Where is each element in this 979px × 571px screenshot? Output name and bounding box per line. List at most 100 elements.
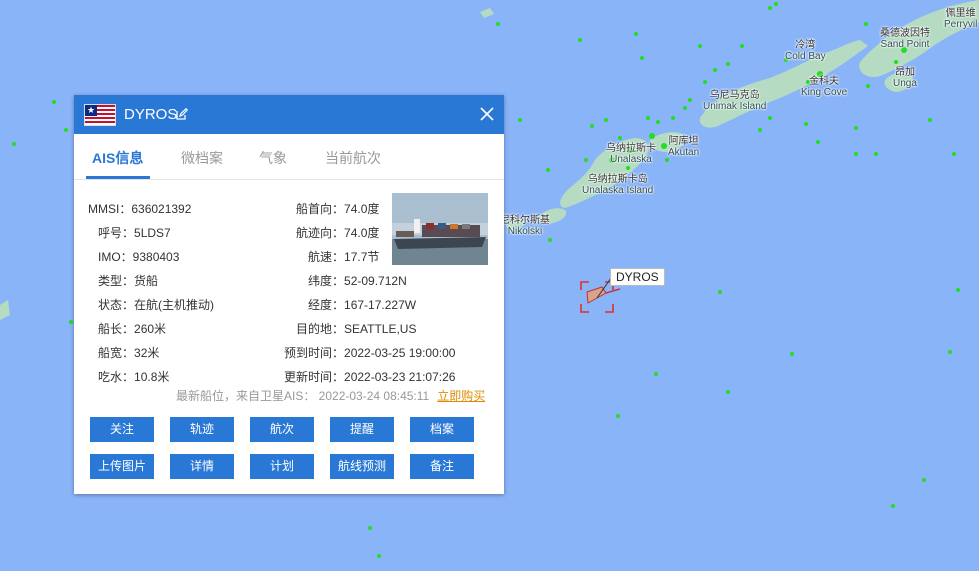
place-king-cove: 金科夫 King Cove xyxy=(801,76,847,98)
field-value: 10.8米 xyxy=(134,370,170,384)
ship-info-panel: ★ DYROS AIS信息 微档案 气象 当前航次 MMSI：636021392… xyxy=(74,95,504,494)
field-value: 5LDS7 xyxy=(134,226,171,240)
field-label: 船长： xyxy=(98,322,135,336)
close-icon[interactable] xyxy=(479,106,495,122)
place-zh: 冷湾 xyxy=(795,40,816,51)
tab-micro-archive[interactable]: 微档案 xyxy=(181,148,223,168)
field-value: 32米 xyxy=(134,346,160,360)
place-en: Sand Point xyxy=(880,39,930,50)
field-label: 航迹向： xyxy=(296,226,345,240)
place-akutan: 阿库坦 Akutan xyxy=(668,136,699,158)
voyage-button[interactable]: 航次 xyxy=(250,417,314,442)
field-label: 状态： xyxy=(98,298,135,312)
field-value: 52-09.712N xyxy=(344,274,407,288)
field-label: 船首向： xyxy=(296,202,345,216)
field-destination: 目的地：SEATTLE,US xyxy=(296,320,416,337)
field-draught: 吃水：10.8米 xyxy=(98,368,169,385)
place-en: Unalaska xyxy=(610,154,652,165)
place-en: Cold Bay xyxy=(785,51,826,62)
place-en: Akutan xyxy=(668,147,700,158)
edit-icon[interactable] xyxy=(176,108,188,120)
field-value: 在航(主机推动) xyxy=(134,298,215,312)
place-zh: 佩里维 xyxy=(945,8,976,19)
field-label: 经度： xyxy=(308,298,345,312)
field-type: 类型：货船 xyxy=(98,272,158,289)
field-label: 预到时间： xyxy=(284,346,345,360)
field-label: MMSI： xyxy=(88,202,132,216)
field-label: 航速： xyxy=(308,250,345,264)
place-unalaska: 乌纳拉斯卡 Unalaska xyxy=(606,143,656,165)
alert-button[interactable]: 提醒 xyxy=(330,417,394,442)
plan-button[interactable]: 计划 xyxy=(250,454,314,479)
field-updated: 更新时间：2022-03-23 21:07:26 xyxy=(284,368,455,385)
field-value: SEATTLE,US xyxy=(344,322,417,336)
field-label: 类型： xyxy=(98,274,135,288)
place-zh: 阿库坦 xyxy=(668,136,699,147)
place-unga: 昂加 Unga xyxy=(893,67,917,89)
panel-tabs: AIS信息 微档案 气象 当前航次 xyxy=(74,134,504,180)
place-perryvil: 佩里维 Perryvil xyxy=(944,8,977,30)
buy-now-link[interactable]: 立即购买 xyxy=(437,389,485,403)
field-speed: 航速：17.7节 xyxy=(308,248,379,265)
notes-button[interactable]: 备注 xyxy=(410,454,474,479)
field-beam: 船宽：32米 xyxy=(98,344,159,361)
place-zh: 乌尼马克岛 xyxy=(709,90,760,101)
field-value: 74.0度 xyxy=(344,202,380,216)
field-label: 船宽： xyxy=(98,346,135,360)
ship-photo[interactable] xyxy=(392,193,488,265)
field-label: IMO： xyxy=(98,250,133,264)
tab-current-voyage[interactable]: 当前航次 xyxy=(325,148,381,168)
position-source-text: 最新船位，来自卫星AIS： 2022-03-24 08:45:11 立即购买 xyxy=(176,387,485,404)
field-latitude: 纬度：52-09.712N xyxy=(308,272,407,289)
place-zh: 尼科尔斯基 xyxy=(500,215,550,226)
field-label: 更新时间： xyxy=(284,370,345,384)
field-value: 260米 xyxy=(134,322,167,336)
field-label: 纬度： xyxy=(308,274,345,288)
field-value: 9380403 xyxy=(132,250,180,264)
field-label: 目的地： xyxy=(296,322,345,336)
details-button[interactable]: 详情 xyxy=(170,454,234,479)
field-longitude: 经度：167-17.227W xyxy=(308,296,416,313)
place-en: Unga xyxy=(893,78,917,89)
place-en: Unalaska Island xyxy=(582,185,654,196)
follow-button[interactable]: 关注 xyxy=(90,417,154,442)
field-status: 状态：在航(主机推动) xyxy=(98,296,214,313)
place-zh: 昂加 xyxy=(894,67,915,78)
place-zh: 乌纳拉斯卡岛 xyxy=(587,174,648,185)
place-zh: 桑德波因特 xyxy=(880,28,930,39)
place-zh: 金科夫 xyxy=(809,76,840,87)
route-prediction-button[interactable]: 航线预测 xyxy=(330,454,394,479)
place-sand-point: 桑德波因特 Sand Point xyxy=(880,28,930,50)
ship-name: DYROS xyxy=(124,106,178,123)
panel-header: ★ DYROS xyxy=(74,95,504,134)
active-tab-indicator xyxy=(86,176,150,179)
track-button[interactable]: 轨迹 xyxy=(170,417,234,442)
place-cold-bay: 冷湾 Cold Bay xyxy=(785,40,826,62)
field-course: 航迹向：74.0度 xyxy=(296,224,379,241)
field-label: 呼号： xyxy=(98,226,135,240)
field-imo: IMO：9380403 xyxy=(98,248,179,265)
tab-ais-info[interactable]: AIS信息 xyxy=(92,148,143,168)
liberia-flag-icon: ★ xyxy=(84,104,116,126)
tab-weather[interactable]: 气象 xyxy=(259,148,287,168)
place-unalaska-island: 乌纳拉斯卡岛 Unalaska Island xyxy=(582,174,653,196)
field-eta: 预到时间：2022-03-25 19:00:00 xyxy=(284,344,455,361)
place-zh: 乌纳拉斯卡 xyxy=(606,143,656,154)
field-value: 2022-03-23 21:07:26 xyxy=(344,370,456,384)
field-value: 17.7节 xyxy=(344,250,380,264)
archive-button[interactable]: 档案 xyxy=(410,417,474,442)
place-en: Perryvil xyxy=(944,19,978,30)
upload-photo-button[interactable]: 上传图片 xyxy=(90,454,154,479)
place-nikolski: 尼科尔斯基 Nikolski xyxy=(500,215,550,237)
field-label: 吃水： xyxy=(98,370,135,384)
selected-ship-label[interactable]: DYROS xyxy=(610,268,665,286)
field-value: 2022-03-25 19:00:00 xyxy=(344,346,456,360)
field-value: 636021392 xyxy=(131,202,192,216)
place-unimak: 乌尼马克岛 Unimak Island xyxy=(703,90,766,112)
source-text: 最新船位，来自卫星AIS： 2022-03-24 08:45:11 xyxy=(176,389,430,403)
field-value: 货船 xyxy=(134,274,159,288)
field-value: 167-17.227W xyxy=(344,298,417,312)
place-en: Nikolski xyxy=(507,226,543,237)
field-heading: 船首向：74.0度 xyxy=(296,200,379,217)
place-en: Unimak Island xyxy=(703,101,767,112)
